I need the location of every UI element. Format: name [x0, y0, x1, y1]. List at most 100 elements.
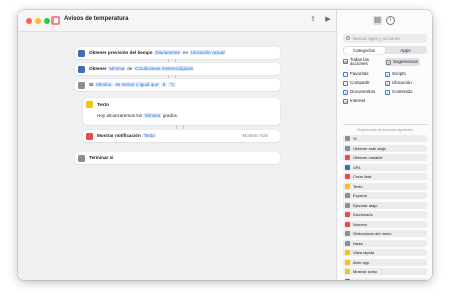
condition-icon	[78, 81, 85, 89]
action-text[interactable]: Texto Hoy alcanzaremos los Mínima grados…	[83, 98, 280, 125]
action-label: Nada	[353, 240, 363, 246]
category-content[interactable]: ✓ Contenido	[385, 88, 413, 96]
value-token[interactable]: 5	[161, 82, 167, 87]
tab-categories[interactable]: Categorías	[343, 46, 385, 54]
zoom-window-button[interactable]	[44, 18, 50, 24]
action-icon	[345, 155, 350, 160]
frequency-token[interactable]: Diariamente	[153, 50, 182, 55]
suggested-action-item[interactable]: Ejecutar atajo	[343, 201, 427, 209]
action-icon	[345, 212, 350, 217]
favorites-icon: ♡	[343, 71, 348, 77]
scroll-icon: §	[385, 71, 390, 77]
variable-token[interactable]: Mínima	[143, 113, 162, 118]
weather-icon	[78, 49, 85, 57]
sidebar-toolbar: ▤ i	[337, 10, 432, 32]
checkmark-icon: ✓	[385, 89, 390, 95]
library-segmented-control: Categorías Apps	[343, 46, 427, 54]
suggested-action-item[interactable]: Mostrar aviso	[343, 268, 427, 275]
suggestions-section-label: Sugerencias de acciones siguientes	[357, 128, 413, 132]
action-label: Diccionario	[353, 212, 373, 217]
suggested-action-item[interactable]: Obtener archivo	[343, 277, 427, 281]
document-icon: ≡	[343, 89, 348, 95]
action-get-detail[interactable]: Obtener Mínima de Condiciones meteorológ…	[75, 63, 280, 75]
action-icon	[345, 193, 350, 198]
action-connector	[168, 59, 176, 62]
text-token[interactable]: Texto	[142, 133, 157, 138]
weather-icon	[78, 65, 85, 73]
category-documents[interactable]: ≡ Documentos	[343, 88, 375, 96]
suggested-action-item[interactable]: Crear lista	[343, 173, 427, 180]
suggested-action-item[interactable]: Texto	[343, 182, 427, 190]
suggested-action-item[interactable]: Número	[343, 220, 427, 228]
category-suggestions[interactable]: ✦ Sugerencias	[385, 58, 421, 66]
conditions-token[interactable]: Condiciones meteorológicas	[133, 66, 195, 71]
workflow-canvas: Obtener previsión del tiempo Diariamente…	[18, 32, 336, 280]
action-library-sidebar: ▤ i Buscar apps y acciones Categorías Ap…	[336, 10, 432, 280]
action-icon	[345, 278, 350, 280]
share-icon: ↑	[343, 80, 348, 86]
action-icon	[345, 269, 350, 274]
all-actions-icon: ▦	[343, 58, 348, 64]
action-label: Mostrar notificación	[97, 133, 141, 138]
close-window-button[interactable]	[26, 18, 32, 24]
variable-token[interactable]: Mínima	[94, 82, 113, 87]
globe-icon: ◍	[343, 98, 348, 104]
connector-word: de	[127, 66, 133, 71]
tab-apps[interactable]: Apps	[385, 47, 426, 54]
detail-token[interactable]: Mínima	[107, 66, 126, 71]
connector-word: en	[182, 50, 189, 55]
action-connector	[168, 75, 176, 78]
suggested-action-item[interactable]: Diccionario	[343, 211, 427, 218]
suggested-action-item[interactable]: Vista rápida	[343, 249, 427, 256]
text-body-prefix: Hoy alcanzaremos los	[97, 113, 143, 118]
info-icon[interactable]: i	[386, 16, 395, 25]
location-token[interactable]: Ubicación actual	[189, 50, 227, 55]
category-favorites[interactable]: ♡ Favoritas	[343, 70, 369, 78]
action-label: Texto	[353, 183, 363, 189]
category-label: Internet	[350, 98, 366, 103]
search-input[interactable]: Buscar apps y acciones	[343, 34, 427, 43]
action-show-notification[interactable]: Mostrar notificación Texto Mostrar más	[83, 130, 280, 142]
suggested-action-item[interactable]: Esperar	[343, 192, 427, 199]
category-share[interactable]: ↑ Compartir	[343, 79, 370, 87]
category-internet[interactable]: ◍ Internet	[343, 97, 365, 105]
condition-operator[interactable]: es menor o igual que	[113, 82, 160, 87]
suggested-action-item[interactable]: Nada	[343, 239, 427, 247]
category-label: Documentos	[350, 89, 376, 94]
suggested-action-item[interactable]: Obtener variable	[343, 154, 427, 161]
suggested-action-item[interactable]: URL	[343, 163, 427, 171]
category-label: Compartir	[350, 80, 370, 85]
action-label: Obtener	[89, 66, 107, 71]
action-end-if[interactable]: Terminar si	[75, 152, 280, 164]
action-get-weather-forecast[interactable]: Obtener previsión del tiempo Diariamente…	[75, 47, 280, 59]
shortcut-icon[interactable]	[51, 16, 60, 25]
window-title[interactable]: Avisos de temperatura	[64, 16, 128, 22]
action-label: Seleccionar del menú	[353, 231, 392, 236]
category-label: Contenido	[392, 89, 413, 94]
action-icon	[345, 174, 350, 179]
show-more-button[interactable]: Mostrar más	[242, 133, 268, 138]
minimize-window-button[interactable]	[35, 18, 41, 24]
suggested-action-item[interactable]: Si	[343, 135, 427, 142]
share-icon[interactable]: ⇪	[308, 15, 318, 25]
category-label: Sugerencias	[393, 59, 419, 64]
action-if[interactable]: Si Mínima es menor o igual que 5 °C	[75, 79, 280, 91]
suggested-action-item[interactable]: Seleccionar del menú	[343, 230, 427, 237]
run-play-icon[interactable]: ▶	[323, 15, 333, 25]
suggested-action-item[interactable]: Abrir app	[343, 258, 427, 266]
library-icon[interactable]: ▤	[373, 16, 382, 25]
location-arrow-icon: ➤	[385, 80, 390, 86]
action-label: Vista rápida	[353, 250, 375, 255]
action-icon	[345, 164, 350, 170]
category-location[interactable]: ➤ Ubicación	[385, 79, 412, 87]
action-icon	[345, 136, 350, 141]
category-all-actions[interactable]: ▦ Todas las acciones	[343, 57, 383, 67]
action-icon	[345, 183, 350, 189]
category-label: Ubicación	[392, 80, 412, 85]
category-scripts[interactable]: § Scripts	[385, 70, 406, 78]
action-label: Obtener archivo	[353, 279, 381, 281]
action-label: Obtener variable	[353, 155, 383, 160]
suggested-action-item[interactable]: Obtener este atajo	[343, 144, 427, 152]
text-body[interactable]: Hoy alcanzaremos los Mínima grados.	[97, 113, 178, 118]
unit-token[interactable]: °C	[168, 82, 177, 87]
